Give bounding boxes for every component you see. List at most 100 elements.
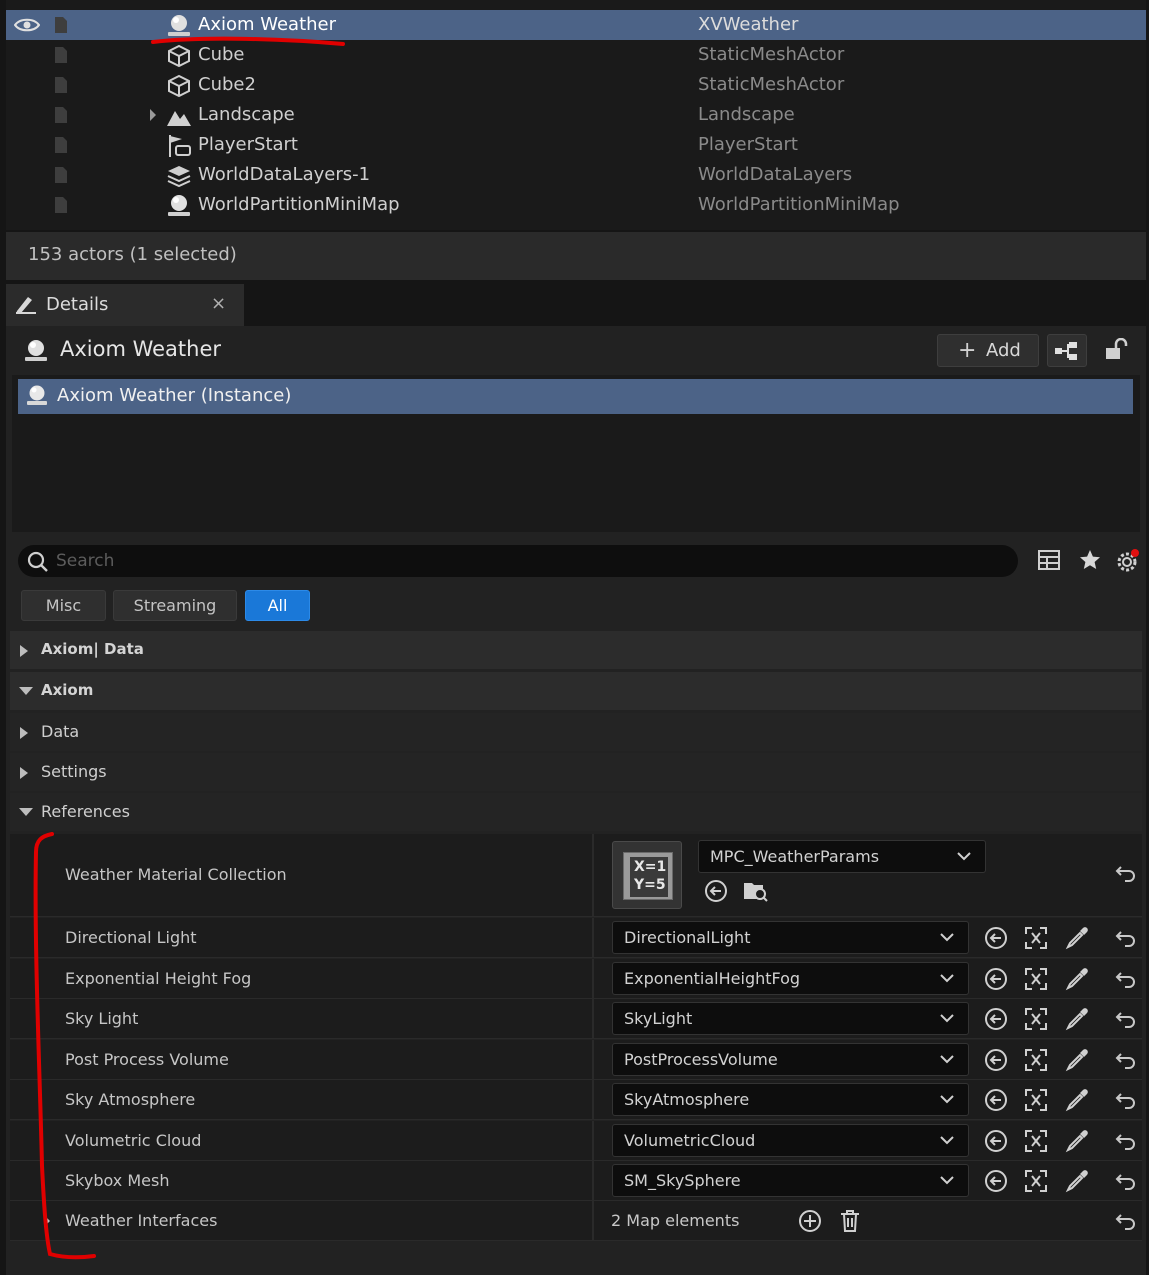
subcategory-settings[interactable]: Settings — [10, 753, 1142, 791]
filter-streaming-button[interactable]: Streaming — [113, 590, 237, 621]
expand-arrow-icon[interactable] — [43, 1215, 51, 1227]
pin-icon[interactable] — [53, 76, 69, 94]
add-button-label: Add — [986, 340, 1021, 361]
asset-thumbnail[interactable]: X=1 Y=5 — [612, 841, 682, 909]
reset-to-default-icon[interactable] — [1115, 1132, 1137, 1150]
actor-picker-combo[interactable]: SkyLight — [612, 1002, 969, 1035]
pin-icon[interactable] — [53, 196, 69, 214]
blueprint-button[interactable] — [1047, 334, 1087, 367]
filter-all-button[interactable]: All — [245, 590, 310, 621]
reset-to-default-icon[interactable] — [1115, 1172, 1137, 1190]
reset-to-default-icon[interactable] — [1115, 1051, 1137, 1069]
browse-folder-icon[interactable] — [743, 879, 769, 903]
use-selected-arrow-icon[interactable] — [984, 1088, 1008, 1112]
column-splitter[interactable] — [592, 999, 594, 1038]
browse-to-actor-icon[interactable] — [1024, 1129, 1048, 1153]
chevron-down-icon — [940, 1135, 954, 1145]
category-axiom-data[interactable]: Axiom| Data — [10, 631, 1142, 669]
property-row-weather-material-collection: Weather Material Collection X=1 Y=5 MPC_… — [10, 834, 1142, 917]
actor-type: PlayerStart — [698, 134, 798, 155]
eyedropper-picker-icon[interactable] — [1065, 1007, 1089, 1031]
asset-picker-combo[interactable]: MPC_WeatherParams — [698, 840, 986, 873]
reset-to-default-icon[interactable] — [1115, 1212, 1137, 1230]
actor-reference-value: SM_SkySphere — [624, 1171, 741, 1190]
outliner-row[interactable]: Axiom Weather XVWeather — [6, 10, 1146, 40]
outliner-row[interactable]: Cube StaticMeshActor — [6, 40, 1146, 70]
column-splitter[interactable] — [592, 958, 594, 998]
browse-to-actor-icon[interactable] — [1024, 926, 1048, 950]
column-splitter[interactable] — [592, 834, 594, 916]
column-splitter[interactable] — [592, 1039, 594, 1079]
outliner-row[interactable]: WorldPartitionMiniMap WorldPartitionMiniM… — [6, 190, 1146, 220]
browse-to-actor-icon[interactable] — [1024, 1088, 1048, 1112]
browse-to-actor-icon[interactable] — [1024, 967, 1048, 991]
subcategory-data[interactable]: Data — [10, 713, 1142, 751]
eyedropper-picker-icon[interactable] — [1065, 1088, 1089, 1112]
eyedropper-picker-icon[interactable] — [1065, 1048, 1089, 1072]
pin-icon[interactable] — [53, 16, 69, 34]
property-row-reference: Sky Atmosphere SkyAtmosphere — [10, 1080, 1142, 1120]
property-row-reference: Skybox Mesh SM_SkySphere — [10, 1161, 1142, 1201]
pin-icon[interactable] — [53, 106, 69, 124]
settings-gear-icon[interactable] — [1114, 547, 1142, 575]
add-component-button[interactable]: + Add — [937, 334, 1039, 367]
column-splitter[interactable] — [592, 918, 594, 957]
details-tab[interactable]: Details × — [6, 284, 244, 326]
reset-to-default-icon[interactable] — [1115, 929, 1137, 947]
chevron-down-icon — [940, 1176, 954, 1185]
reset-to-default-icon[interactable] — [1115, 1091, 1137, 1109]
filter-misc-button[interactable]: Misc — [21, 590, 106, 621]
actor-picker-combo[interactable]: SkyAtmosphere — [612, 1083, 969, 1116]
pin-icon[interactable] — [53, 136, 69, 154]
eyedropper-picker-icon[interactable] — [1065, 967, 1089, 991]
reset-to-default-icon[interactable] — [1115, 970, 1137, 988]
category-axiom[interactable]: Axiom — [10, 672, 1142, 710]
use-selected-arrow-icon[interactable] — [984, 1007, 1008, 1031]
subcategory-references[interactable]: References — [10, 793, 1142, 831]
use-selected-arrow-icon[interactable] — [984, 1048, 1008, 1072]
browse-to-actor-icon[interactable] — [1024, 1007, 1048, 1031]
actor-name: Cube2 — [198, 74, 256, 95]
pin-icon[interactable] — [53, 46, 69, 64]
favorites-star-icon[interactable] — [1078, 548, 1102, 572]
actor-picker-combo[interactable]: DirectionalLight — [612, 921, 969, 954]
column-splitter[interactable] — [592, 1161, 594, 1200]
use-selected-arrow-icon[interactable] — [984, 1169, 1008, 1193]
eyedropper-picker-icon[interactable] — [1065, 1129, 1089, 1153]
actor-picker-combo[interactable]: PostProcessVolume — [612, 1042, 969, 1076]
outliner-row[interactable]: Cube2 StaticMeshActor — [6, 70, 1146, 100]
actor-picker-combo[interactable]: VolumetricCloud — [612, 1123, 969, 1157]
use-selected-arrow-icon[interactable] — [984, 926, 1008, 950]
trash-icon[interactable] — [839, 1209, 861, 1233]
eye-visibility-icon[interactable] — [14, 17, 40, 33]
column-splitter[interactable] — [592, 1080, 594, 1119]
actor-name: Cube — [198, 44, 245, 65]
use-selected-arrow-icon[interactable] — [704, 879, 728, 903]
component-row-instance[interactable]: Axiom Weather (Instance) — [18, 379, 1133, 414]
outliner-row[interactable]: PlayerStart PlayerStart — [6, 130, 1146, 160]
property-matrix-icon[interactable] — [1037, 549, 1061, 571]
use-selected-arrow-icon[interactable] — [984, 1129, 1008, 1153]
actor-picker-combo[interactable]: SM_SkySphere — [612, 1164, 969, 1197]
sphere-actor-icon — [165, 13, 193, 39]
pin-icon[interactable] — [53, 166, 69, 184]
use-selected-arrow-icon[interactable] — [984, 967, 1008, 991]
eyedropper-picker-icon[interactable] — [1065, 1169, 1089, 1193]
eyedropper-picker-icon[interactable] — [1065, 926, 1089, 950]
search-input[interactable] — [56, 548, 956, 574]
outliner-row[interactable]: Landscape Landscape — [6, 100, 1146, 130]
column-splitter[interactable] — [592, 1120, 594, 1160]
actor-reference-value: VolumetricCloud — [624, 1130, 756, 1150]
expand-arrow-icon[interactable] — [149, 109, 157, 121]
browse-to-actor-icon[interactable] — [1024, 1169, 1048, 1193]
close-icon[interactable]: × — [211, 293, 226, 314]
lock-button[interactable] — [1100, 334, 1134, 367]
reset-to-default-icon[interactable] — [1115, 864, 1137, 882]
browse-to-actor-icon[interactable] — [1024, 1048, 1048, 1072]
collapse-arrow-icon — [19, 686, 33, 696]
column-splitter[interactable] — [592, 1201, 594, 1240]
actor-picker-combo[interactable]: ExponentialHeightFog — [612, 961, 969, 995]
reset-to-default-icon[interactable] — [1115, 1010, 1137, 1028]
add-element-icon[interactable] — [798, 1209, 822, 1233]
outliner-row[interactable]: WorldDataLayers-1 WorldDataLayers — [6, 160, 1146, 190]
